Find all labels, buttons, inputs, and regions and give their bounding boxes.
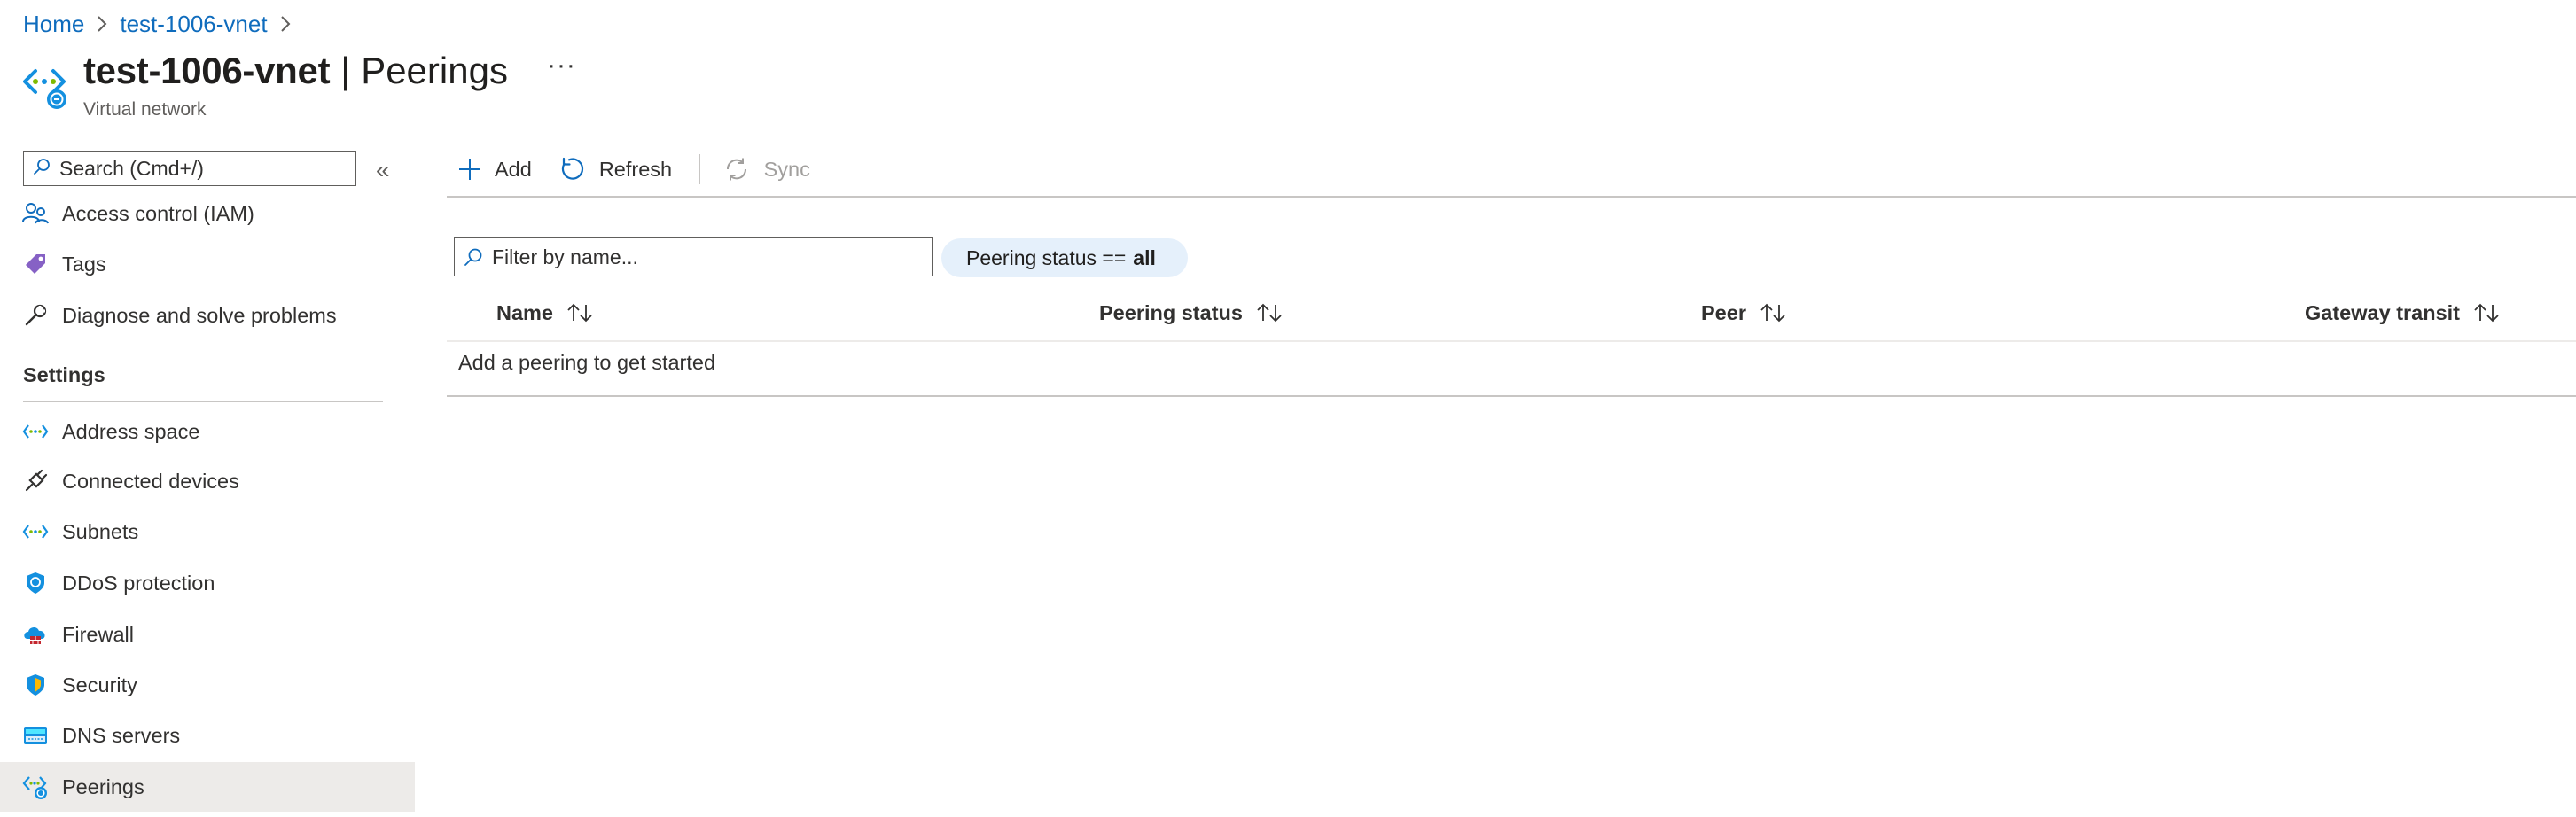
sidebar-item-label: Access control (IAM) [62,201,254,225]
sidebar-item-label: Connected devices [62,469,239,493]
sort-icon [566,302,594,323]
resource-type: Virtual network [83,99,207,120]
more-options-button[interactable]: ··· [547,51,576,81]
column-header-label: Name [496,300,554,324]
shield-icon [21,569,50,597]
sidebar-item-diagnose[interactable]: Diagnose and solve problems [0,291,415,340]
resource-name: test-1006-vnet [83,50,331,91]
sync-icon [723,156,750,183]
security-shield-icon [21,671,50,699]
chevron-right-icon [280,15,291,33]
column-header-gateway-transit[interactable]: Gateway transit [2305,297,2501,329]
search-icon [464,247,483,267]
settings-section-heading: Settings [23,363,105,386]
wrench-icon [21,301,50,330]
column-header-peer[interactable]: Peer [1701,297,1787,329]
sidebar-item-label: Subnets [62,519,139,543]
column-header-label: Gateway transit [2305,300,2461,324]
sidebar-search[interactable] [23,151,356,186]
sidebar-item-label: Address space [62,419,200,443]
tag-icon [21,250,50,278]
section-divider [23,401,383,402]
sync-label: Sync [763,157,810,181]
sidebar-item-ddos-protection[interactable]: DDoS protection [0,558,415,608]
sort-icon [1255,302,1284,323]
table-bottom-divider [447,395,2576,397]
toolbar-divider-line [447,196,2576,198]
sidebar-item-peerings[interactable]: Peerings [0,762,415,812]
collapse-sidebar-button[interactable]: « [376,156,390,184]
sidebar-item-security[interactable]: Security [0,660,415,710]
firewall-icon [21,620,50,649]
empty-state-message: Add a peering to get started [458,351,716,374]
filter-box[interactable] [454,237,933,276]
breadcrumb: Home test-1006-vnet [23,9,303,39]
page-title: test-1006-vnet | Peerings ··· [83,50,576,92]
chevron-right-icon [97,15,107,33]
iam-icon [21,199,50,228]
sidebar-item-connected-devices[interactable]: Connected devices [0,456,415,506]
table-header-divider [447,340,2576,342]
title-separator: | [340,50,351,91]
sidebar-item-address-space[interactable]: Address space [0,407,415,456]
filter-by-name-input[interactable] [490,244,919,270]
breadcrumb-vnet-link[interactable]: test-1006-vnet [120,11,267,38]
sidebar-item-label: Firewall [62,622,134,646]
column-header-name[interactable]: Name [496,297,594,329]
sidebar-search-input[interactable] [58,155,327,182]
sidebar-item-subnets[interactable]: Subnets [0,507,415,556]
plug-icon [21,467,50,495]
add-label: Add [495,157,532,181]
command-bar: Add Refresh Sync [457,151,810,188]
sidebar-item-label: DNS servers [62,723,181,747]
refresh-icon [558,156,585,183]
sidebar-item-firewall[interactable]: Firewall [0,610,415,659]
sidebar-item-tags[interactable]: Tags [0,239,415,289]
vnet-icon [21,517,50,546]
filter-pill-prefix: Peering status == [966,245,1127,269]
sort-icon [1759,302,1787,323]
column-header-label: Peering status [1099,300,1243,324]
sync-button[interactable]: Sync [723,156,810,183]
column-header-peering-status[interactable]: Peering status [1099,297,1284,329]
dns-icon [21,721,50,750]
vnet-icon [21,417,50,446]
sidebar-item-label: Security [62,673,137,696]
breadcrumb-home-link[interactable]: Home [23,11,84,38]
peering-status-filter-pill[interactable]: Peering status == all [941,238,1188,277]
peering-icon [21,773,50,801]
sidebar-item-label: DDoS protection [62,571,215,595]
sidebar-item-label: Peerings [62,774,144,798]
refresh-button[interactable]: Refresh [558,156,672,183]
sidebar-item-access-control[interactable]: Access control (IAM) [0,190,415,237]
sort-icon [2472,302,2501,323]
toolbar-divider [699,154,700,184]
filter-pill-value: all [1133,245,1156,269]
sidebar-item-dns-servers[interactable]: DNS servers [0,711,415,760]
column-header-label: Peer [1701,300,1746,324]
blade-title: Peerings [361,50,508,91]
refresh-label: Refresh [598,157,673,181]
virtual-network-peering-icon [23,62,69,112]
search-icon [33,158,51,180]
plus-icon [457,157,482,182]
add-button[interactable]: Add [457,157,532,182]
sidebar-item-label: Diagnose and solve problems [62,303,337,327]
sidebar-item-label: Tags [62,252,106,276]
